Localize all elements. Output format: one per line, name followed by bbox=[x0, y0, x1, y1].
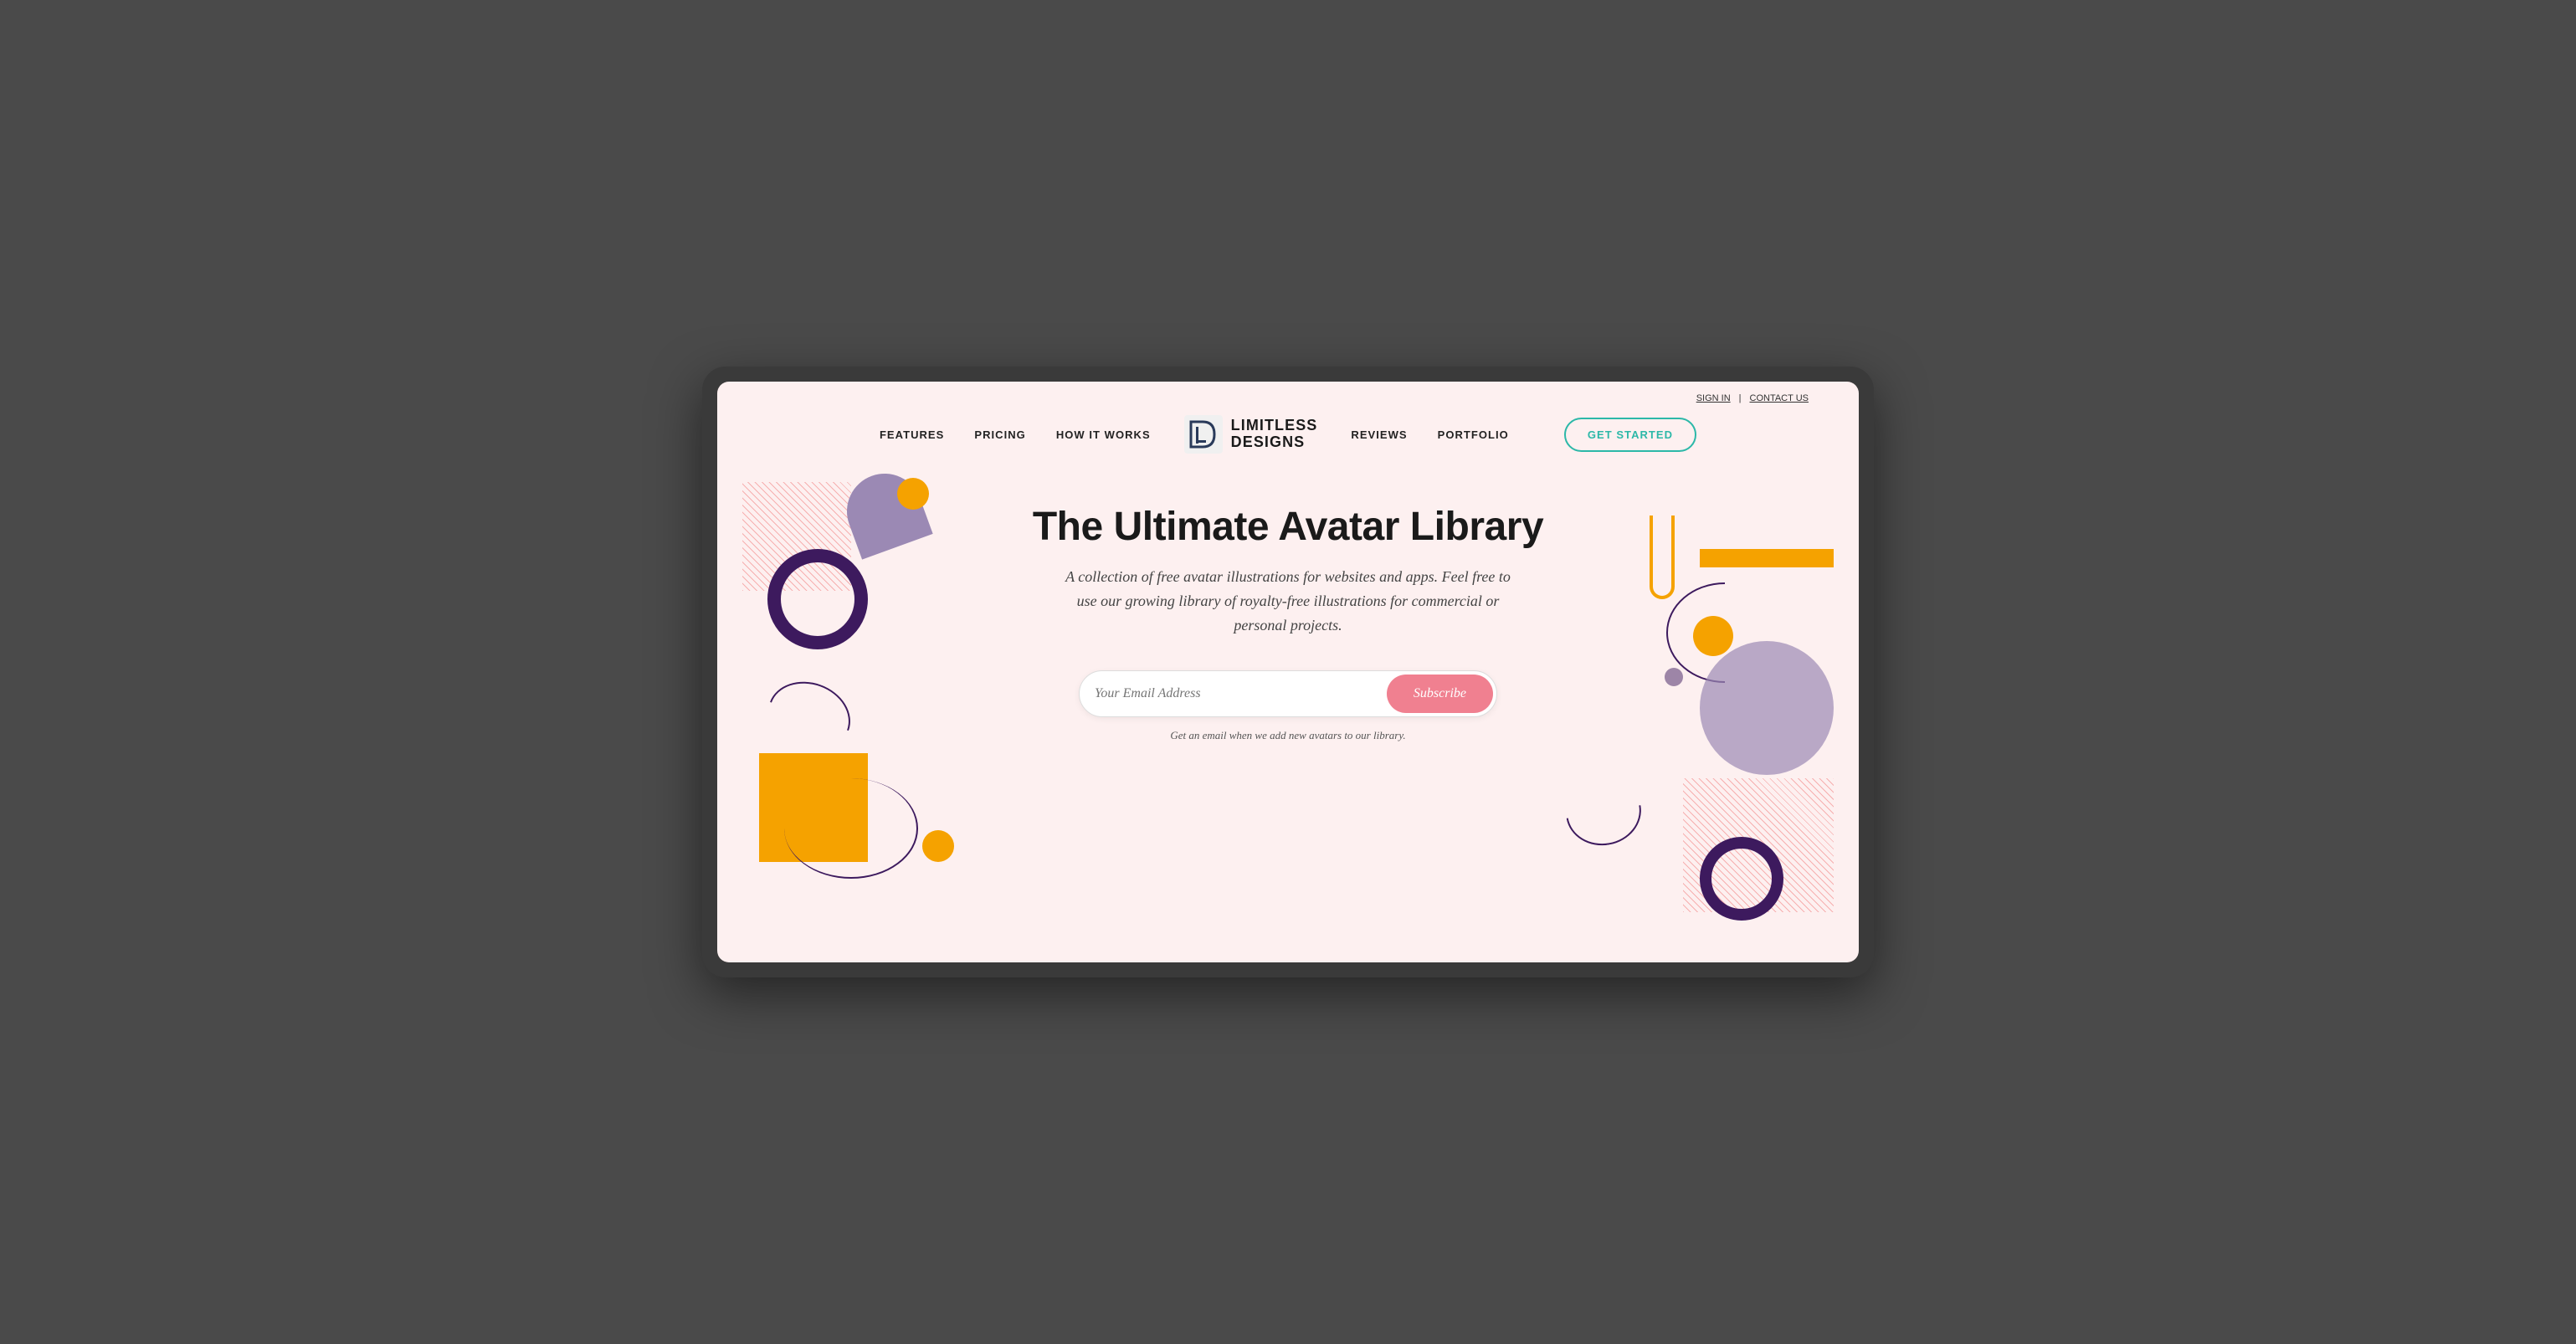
hero-subtitle: A collection of free avatar illustration… bbox=[1062, 565, 1514, 637]
form-hint: Get an email when we add new avatars to … bbox=[1170, 729, 1405, 742]
deco-pink-rect-right bbox=[1683, 778, 1834, 912]
deco-orange-square bbox=[759, 753, 868, 862]
nav-pricing[interactable]: PRICING bbox=[974, 428, 1025, 441]
navbar: FEATURES PRICING HOW IT WORKS LIMITLESS … bbox=[717, 382, 1859, 470]
logo-icon bbox=[1184, 415, 1223, 454]
logo-text: LIMITLESS DESIGNS bbox=[1231, 418, 1318, 451]
logo[interactable]: LIMITLESS DESIGNS bbox=[1184, 415, 1318, 454]
deco-curve-left-bottom bbox=[784, 778, 918, 879]
device-frame: SIGN IN | CONTACT US FEATURES PRICING HO… bbox=[702, 367, 1874, 977]
subscribe-form: Subscribe bbox=[1079, 670, 1497, 717]
email-input[interactable] bbox=[1095, 680, 1387, 708]
hero-title: The Ultimate Avatar Library bbox=[1033, 504, 1543, 550]
get-started-button[interactable]: GET STARTED bbox=[1564, 418, 1696, 452]
nav-portfolio[interactable]: PORTFOLIO bbox=[1438, 428, 1509, 441]
nav-left: FEATURES PRICING HOW IT WORKS bbox=[880, 428, 1151, 441]
screen: SIGN IN | CONTACT US FEATURES PRICING HO… bbox=[717, 382, 1859, 962]
logo-text-top: LIMITLESS bbox=[1231, 418, 1318, 434]
nav-right: REVIEWS PORTFOLIO GET STARTED bbox=[1351, 418, 1696, 452]
deco-purple-ring-right bbox=[1700, 837, 1783, 921]
subscribe-button[interactable]: Subscribe bbox=[1387, 675, 1493, 713]
nav-reviews[interactable]: REVIEWS bbox=[1351, 428, 1407, 441]
deco-orange-dot-left bbox=[922, 830, 954, 862]
hero-section: The Ultimate Avatar Library A collection… bbox=[717, 470, 1859, 759]
nav-features[interactable]: FEATURES bbox=[880, 428, 944, 441]
logo-text-bottom: DESIGNS bbox=[1231, 434, 1318, 451]
nav-how-it-works[interactable]: HOW IT WORKS bbox=[1056, 428, 1151, 441]
deco-curve-right-bottom bbox=[1561, 772, 1647, 851]
